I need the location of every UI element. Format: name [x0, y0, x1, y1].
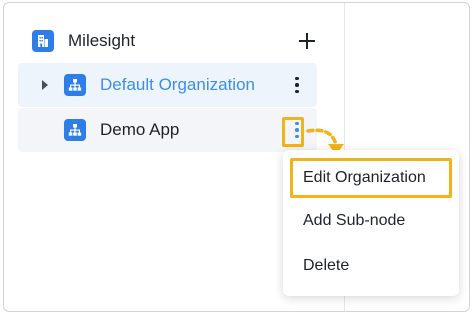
tree-node-label: Demo App [100, 120, 180, 139]
expand-caret-icon[interactable] [38, 80, 52, 90]
org-tree-icon [64, 74, 86, 96]
highlight-box [290, 158, 452, 198]
context-menu: Edit Organization Add Sub-node Delete [283, 150, 459, 296]
highlight-box [282, 117, 304, 147]
more-options-icon[interactable] [291, 75, 303, 95]
tree-root-milesight[interactable]: Milesight [18, 19, 317, 63]
org-tree-icon [64, 119, 86, 141]
building-icon [32, 30, 54, 52]
menu-item-label: Add Sub-node [303, 212, 406, 229]
menu-item-label: Delete [303, 257, 350, 274]
tree-root-label: Milesight [68, 31, 136, 50]
tree-node-label: Default Organization [100, 75, 255, 94]
add-node-button[interactable] [297, 31, 317, 51]
tree-node-demo-app[interactable]: Demo App [18, 108, 317, 152]
tree-node-default-organization[interactable]: Default Organization [18, 63, 317, 107]
menu-item-add-sub-node[interactable]: Add Sub-node [283, 201, 459, 241]
menu-item-delete[interactable]: Delete [283, 246, 459, 286]
